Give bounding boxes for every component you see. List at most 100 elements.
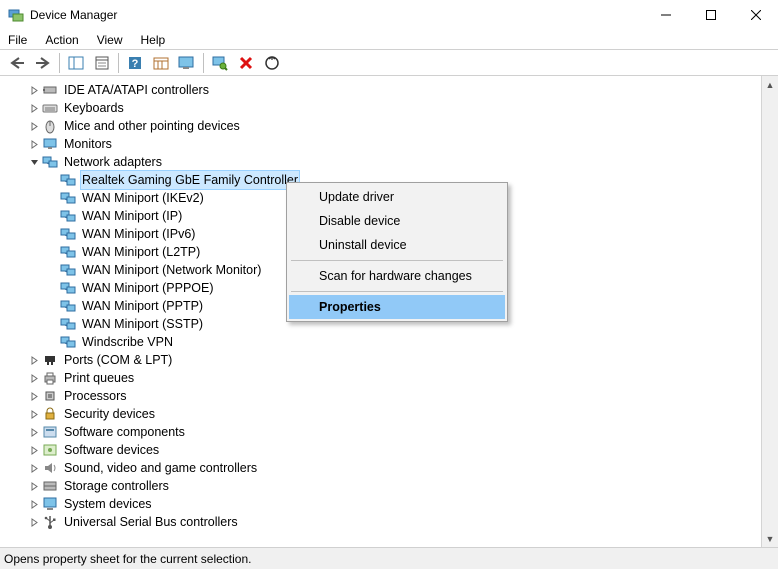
print-icon: [42, 370, 58, 386]
toolbar-scan-hardware[interactable]: [208, 52, 232, 74]
context-menu-separator: [291, 291, 503, 292]
tree-item[interactable]: Monitors: [0, 135, 778, 153]
title-bar: Device Manager: [0, 0, 778, 30]
tree-item[interactable]: Software components: [0, 423, 778, 441]
system-icon: [42, 496, 58, 512]
no-expander: [44, 226, 60, 242]
tree-item-label: Ports (COM & LPT): [62, 351, 174, 369]
tree-item-label: Universal Serial Bus controllers: [62, 513, 240, 531]
no-expander: [44, 172, 60, 188]
toolbar-refresh-period[interactable]: [149, 52, 173, 74]
menu-view[interactable]: View: [95, 32, 125, 48]
usb-icon: [42, 514, 58, 530]
tree-item-label: IDE ATA/ATAPI controllers: [62, 81, 211, 99]
scroll-down-arrow[interactable]: ▼: [762, 530, 778, 547]
no-expander: [44, 262, 60, 278]
expand-icon[interactable]: [26, 136, 42, 152]
app-icon: [8, 7, 24, 23]
toolbar-forward[interactable]: [31, 52, 55, 74]
mouse-icon: [42, 118, 58, 134]
tree-item[interactable]: Mice and other pointing devices: [0, 117, 778, 135]
storage-icon: [42, 478, 58, 494]
toolbar-help[interactable]: ?: [123, 52, 147, 74]
toolbar-properties[interactable]: [90, 52, 114, 74]
context-menu-item[interactable]: Uninstall device: [289, 233, 505, 257]
no-expander: [44, 208, 60, 224]
no-expander: [44, 298, 60, 314]
net-icon: [60, 298, 76, 314]
context-menu-item[interactable]: Disable device: [289, 209, 505, 233]
scroll-up-arrow[interactable]: ▲: [762, 76, 778, 93]
tree-item-label: Processors: [62, 387, 129, 405]
toolbar-separator: [59, 53, 60, 73]
vertical-scrollbar[interactable]: ▲ ▼: [761, 76, 778, 547]
tree-item[interactable]: Windscribe VPN: [0, 333, 778, 351]
ports-icon: [42, 352, 58, 368]
expand-icon[interactable]: [26, 514, 42, 530]
tree-item[interactable]: Sound, video and game controllers: [0, 459, 778, 477]
toolbar-update-driver[interactable]: [260, 52, 284, 74]
no-expander: [44, 280, 60, 296]
expand-icon[interactable]: [26, 118, 42, 134]
tree-item[interactable]: Print queues: [0, 369, 778, 387]
tree-item-label: WAN Miniport (PPPOE): [80, 279, 216, 297]
context-menu-item[interactable]: Properties: [289, 295, 505, 319]
tree-item-label: Windscribe VPN: [80, 333, 175, 351]
collapse-icon[interactable]: [26, 154, 42, 170]
minimize-button[interactable]: [643, 0, 688, 30]
tree-item-label: Mice and other pointing devices: [62, 117, 242, 135]
net-icon: [60, 172, 76, 188]
tree-item[interactable]: Universal Serial Bus controllers: [0, 513, 778, 531]
net-icon: [60, 226, 76, 242]
expand-icon[interactable]: [26, 442, 42, 458]
context-menu[interactable]: Update driverDisable deviceUninstall dev…: [286, 182, 508, 322]
close-button[interactable]: [733, 0, 778, 30]
maximize-button[interactable]: [688, 0, 733, 30]
expand-icon[interactable]: [26, 370, 42, 386]
tree-item-label: WAN Miniport (L2TP): [80, 243, 202, 261]
expand-icon[interactable]: [26, 352, 42, 368]
tree-item[interactable]: Network adapters: [0, 153, 778, 171]
toolbar-console-tree[interactable]: [64, 52, 88, 74]
menu-file[interactable]: File: [6, 32, 29, 48]
tree-item[interactable]: IDE ATA/ATAPI controllers: [0, 81, 778, 99]
no-expander: [44, 190, 60, 206]
status-text: Opens property sheet for the current sel…: [4, 552, 251, 566]
expand-icon[interactable]: [26, 478, 42, 494]
toolbar-back[interactable]: [5, 52, 29, 74]
expand-icon[interactable]: [26, 406, 42, 422]
expand-icon[interactable]: [26, 100, 42, 116]
net-icon: [60, 316, 76, 332]
expand-icon[interactable]: [26, 424, 42, 440]
tree-item-label: WAN Miniport (Network Monitor): [80, 261, 263, 279]
tree-item-label: WAN Miniport (PPTP): [80, 297, 205, 315]
tree-item[interactable]: Processors: [0, 387, 778, 405]
svg-text:?: ?: [132, 58, 139, 70]
expand-icon[interactable]: [26, 388, 42, 404]
expand-icon[interactable]: [26, 82, 42, 98]
tree-item-label: System devices: [62, 495, 154, 513]
tree-item[interactable]: Security devices: [0, 405, 778, 423]
tree-item[interactable]: Software devices: [0, 441, 778, 459]
toolbar-show-hidden[interactable]: [175, 52, 199, 74]
no-expander: [44, 334, 60, 350]
menu-action[interactable]: Action: [43, 32, 80, 48]
net-icon: [60, 244, 76, 260]
expand-icon[interactable]: [26, 496, 42, 512]
context-menu-item[interactable]: Scan for hardware changes: [289, 264, 505, 288]
expand-icon[interactable]: [26, 460, 42, 476]
status-bar: Opens property sheet for the current sel…: [0, 547, 778, 569]
keyboard-icon: [42, 100, 58, 116]
tree-item-label: WAN Miniport (IP): [80, 207, 184, 225]
sound-icon: [42, 460, 58, 476]
tree-item[interactable]: Ports (COM & LPT): [0, 351, 778, 369]
swcomp-icon: [42, 424, 58, 440]
context-menu-item[interactable]: Update driver: [289, 185, 505, 209]
tree-item[interactable]: System devices: [0, 495, 778, 513]
toolbar-uninstall[interactable]: [234, 52, 258, 74]
tree-item-label: Print queues: [62, 369, 136, 387]
tree-item[interactable]: Storage controllers: [0, 477, 778, 495]
context-menu-separator: [291, 260, 503, 261]
menu-help[interactable]: Help: [139, 32, 168, 48]
tree-item[interactable]: Keyboards: [0, 99, 778, 117]
